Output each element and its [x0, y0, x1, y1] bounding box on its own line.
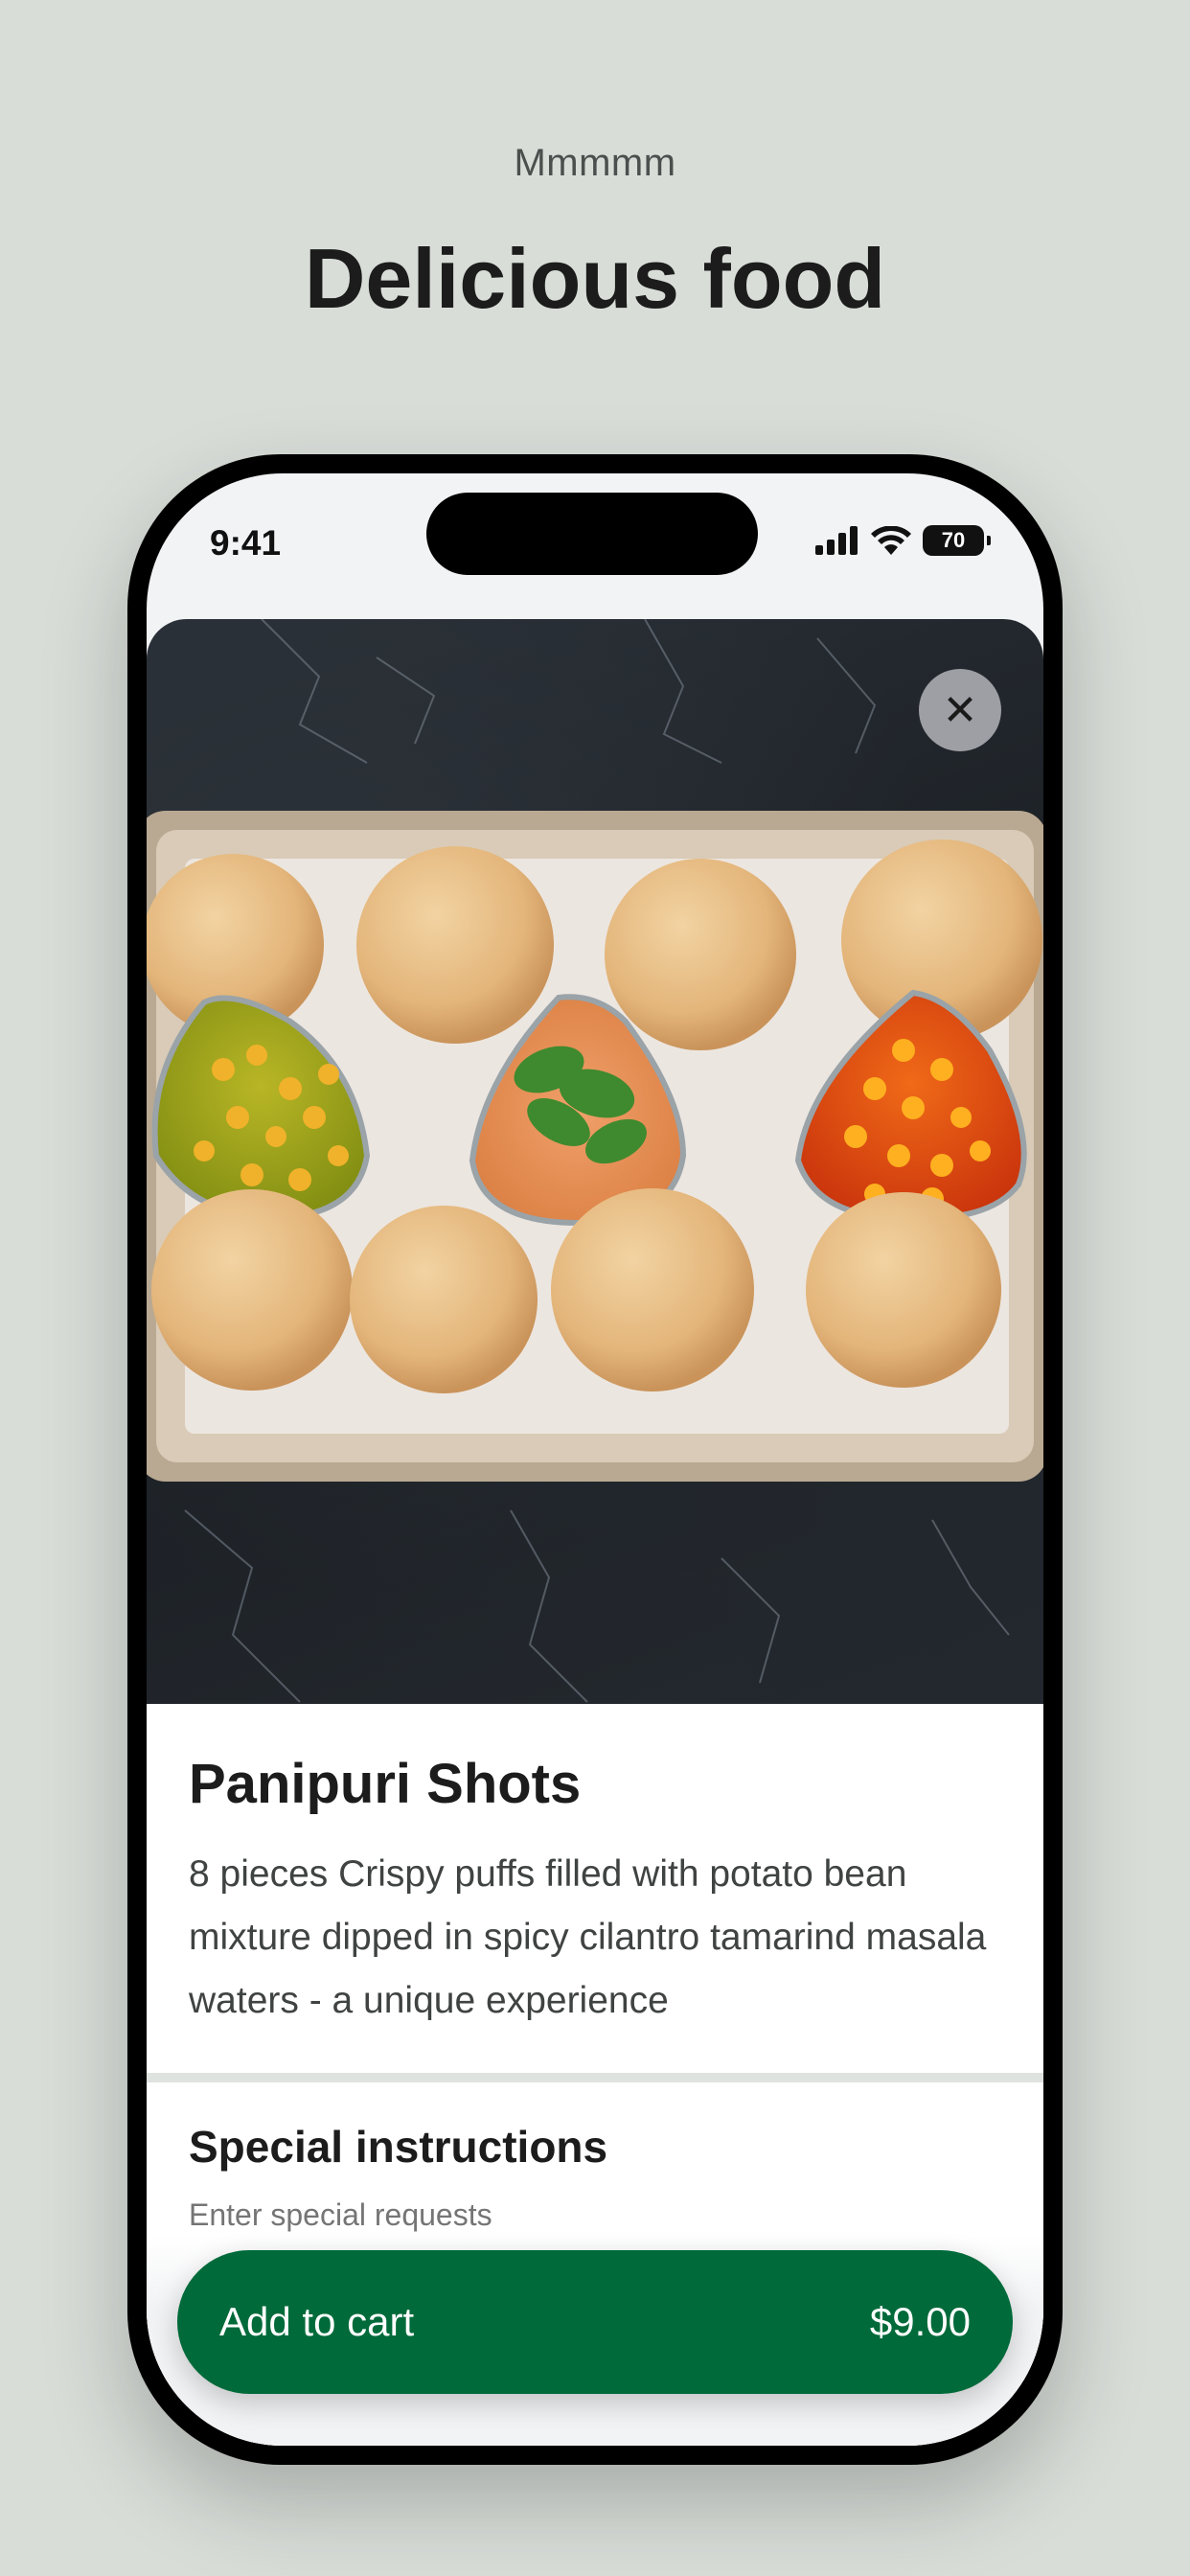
phone-frame: 9:41 70 ✕ Panipuri Shots 8 pieces Crispy… [127, 454, 1063, 2465]
item-detail-sheet: ✕ Panipuri Shots 8 pieces Crispy puffs f… [147, 619, 1043, 2446]
battery-icon: 70 [923, 525, 991, 556]
panipuri-illustration [147, 619, 1043, 1703]
signal-icon [815, 526, 858, 555]
phone-screen: 9:41 70 ✕ Panipuri Shots 8 pieces Crispy… [147, 473, 1043, 2446]
item-title: Panipuri Shots [189, 1753, 582, 1815]
close-icon: ✕ [942, 686, 978, 734]
cart-price: $9.00 [869, 2299, 971, 2344]
section-divider [147, 2073, 1043, 2082]
special-instructions-section: Special instructions [147, 2082, 1043, 2233]
add-to-cart-button[interactable]: Add to cart $9.00 [177, 2250, 1013, 2394]
eyebrow-text: Mmmmm [514, 142, 676, 184]
item-description: 8 pieces Crispy puffs filled with potato… [189, 1853, 987, 2021]
status-icons: 70 [815, 525, 991, 556]
item-details: Panipuri Shots 8 pieces Crispy puffs fil… [147, 1704, 1043, 2033]
dynamic-island [426, 493, 758, 575]
special-instructions-title: Special instructions [189, 2122, 608, 2172]
page: Mmmmm Delicious food 9:41 70 ✕ Panipuri … [0, 0, 1190, 2576]
special-requests-input[interactable] [189, 2197, 1001, 2233]
close-button[interactable]: ✕ [919, 669, 1001, 751]
item-image: ✕ [147, 619, 1043, 1704]
add-to-cart-label: Add to cart [219, 2299, 415, 2344]
page-headline: Delicious food [304, 231, 886, 326]
status-time: 9:41 [210, 523, 282, 563]
wifi-icon [871, 526, 911, 555]
